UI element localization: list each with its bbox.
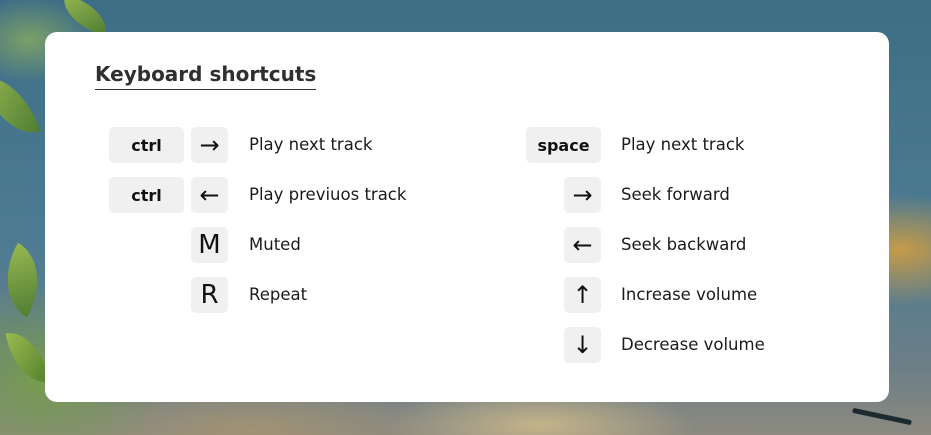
shortcut-label: Seek backward bbox=[621, 235, 747, 254]
keyboard-shortcuts-dialog: Keyboard shortcuts ctrl → Play next trac… bbox=[45, 32, 889, 402]
shortcut-label: Play next track bbox=[621, 135, 745, 154]
arrow-down-icon: ↓ bbox=[564, 327, 601, 363]
arrow-left-icon: ← bbox=[564, 227, 601, 263]
arrow-up-icon: ↑ bbox=[564, 277, 601, 313]
dialog-title: Keyboard shortcuts bbox=[95, 60, 317, 90]
background-stroke bbox=[852, 407, 912, 426]
arrow-right-icon: → bbox=[564, 177, 601, 213]
shortcut-row-increase-volume: ↑ Increase volume bbox=[45, 277, 885, 313]
shortcut-label: Increase volume bbox=[621, 285, 758, 304]
shortcut-row-seek-forward: → Seek forward bbox=[45, 177, 885, 213]
leaf-decoration bbox=[0, 65, 41, 145]
shortcut-row-decrease-volume: ↓ Decrease volume bbox=[45, 327, 885, 363]
shortcut-label: Decrease volume bbox=[621, 335, 765, 354]
leaf-decoration bbox=[56, 0, 114, 36]
key-space: space bbox=[526, 127, 601, 163]
leaf-decoration bbox=[5, 327, 50, 388]
shortcut-label: Seek forward bbox=[621, 185, 730, 204]
shortcut-row-seek-backward: ← Seek backward bbox=[45, 227, 885, 263]
shortcut-row-space-play-next: space Play next track bbox=[45, 127, 885, 163]
